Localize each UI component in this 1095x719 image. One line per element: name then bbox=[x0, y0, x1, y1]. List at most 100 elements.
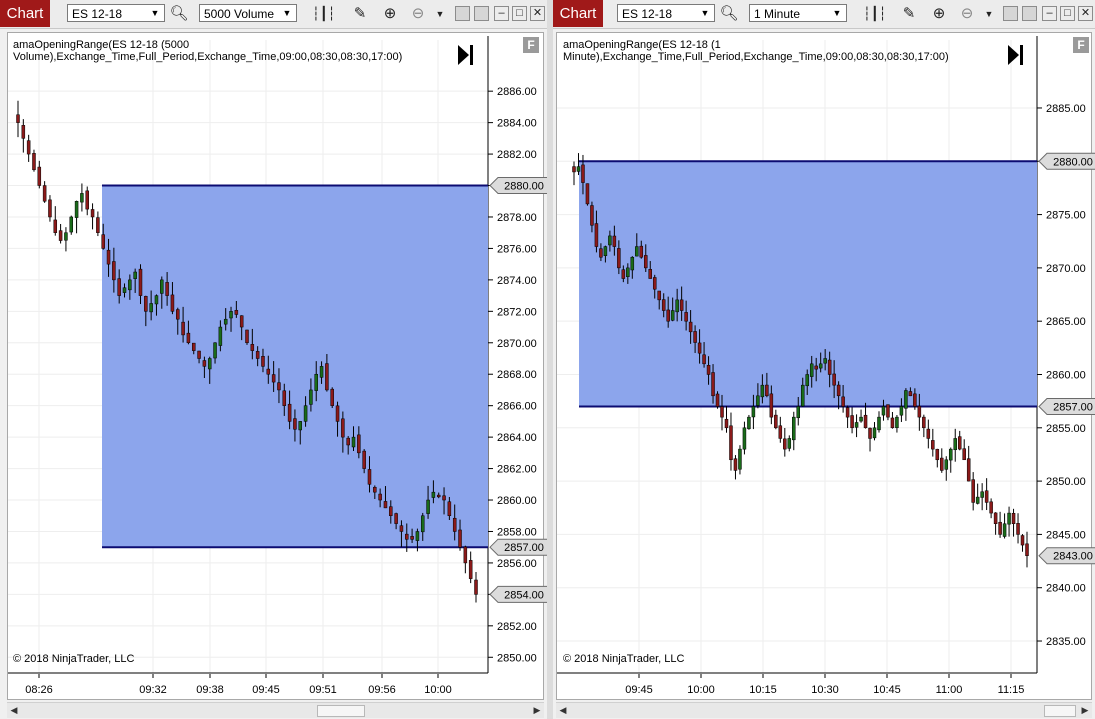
candle-body bbox=[809, 363, 814, 377]
x-axis-label: 09:38 bbox=[196, 684, 224, 696]
candle-body bbox=[899, 406, 904, 416]
candle bbox=[1016, 513, 1020, 544]
candle bbox=[931, 428, 935, 457]
candle-body bbox=[975, 496, 980, 504]
candle-body bbox=[357, 434, 361, 454]
candle bbox=[774, 409, 778, 430]
left-indicator-label: amaOpeningRange(ES 12-18 (5000 Volume),E… bbox=[13, 39, 403, 63]
opening-range-box bbox=[102, 185, 488, 548]
candle-body bbox=[80, 193, 84, 203]
y-axis-label: 2870.00 bbox=[1046, 263, 1086, 275]
candle-body bbox=[635, 246, 639, 257]
right-horizontal-scrollbar[interactable]: ◀ ▶ bbox=[556, 702, 1092, 718]
right-scroll-right-icon[interactable]: ▶ bbox=[1078, 703, 1092, 718]
left-f-button[interactable]: F bbox=[523, 37, 539, 53]
candle-body bbox=[53, 219, 58, 233]
left-price-chart[interactable]: 2886.00 2884.00 2882.00 2880.00 2878.00 2876.… bbox=[0, 0, 547, 719]
candle-body bbox=[74, 201, 79, 218]
candle-body bbox=[818, 363, 823, 369]
right-f-button[interactable]: F bbox=[1073, 37, 1089, 53]
candle-body bbox=[42, 185, 47, 202]
candle bbox=[69, 215, 74, 235]
candle-body bbox=[250, 344, 255, 351]
candle-body bbox=[176, 309, 180, 320]
candle-body bbox=[769, 393, 774, 418]
y-axis-label: 2885.00 bbox=[1046, 103, 1086, 115]
left-horizontal-scrollbar[interactable]: ◀ ▶ bbox=[7, 702, 544, 718]
candle-body bbox=[399, 525, 404, 532]
candle-body bbox=[389, 506, 393, 516]
y-axis-label: 2865.00 bbox=[1046, 316, 1086, 328]
candle-body bbox=[922, 416, 926, 429]
y-axis-label: 2850.00 bbox=[1046, 476, 1086, 488]
candle-body bbox=[661, 299, 666, 311]
candle bbox=[733, 455, 738, 480]
right-indicator-label: amaOpeningRange(ES 12-18 (1 Minute),Exch… bbox=[563, 39, 949, 63]
candle bbox=[724, 405, 729, 433]
right-price-chart[interactable]: 2885.00 2880.00 2875.00 2870.00 2865.00 2860.… bbox=[553, 0, 1095, 719]
candle bbox=[90, 203, 95, 230]
right-scroll-left-icon[interactable]: ◀ bbox=[556, 703, 570, 718]
candle-body bbox=[711, 372, 715, 397]
candle-body bbox=[890, 417, 895, 429]
candle bbox=[468, 551, 473, 584]
candle-body bbox=[590, 205, 594, 226]
y-axis-label: 2868.00 bbox=[497, 369, 537, 381]
candle-body bbox=[926, 428, 931, 439]
candle-body bbox=[229, 311, 233, 319]
right-scroll-to-end-icon[interactable] bbox=[1006, 43, 1026, 67]
candle bbox=[26, 134, 31, 162]
candle-body bbox=[255, 351, 260, 359]
candle-body bbox=[415, 531, 420, 541]
candle-body bbox=[957, 436, 962, 450]
candle bbox=[42, 181, 47, 203]
y-axis-label: 2886.00 bbox=[497, 86, 537, 98]
candle bbox=[1002, 513, 1007, 539]
candle bbox=[850, 407, 854, 434]
left-scroll-thumb[interactable] bbox=[317, 705, 365, 717]
candle-body bbox=[836, 384, 841, 397]
candle-body bbox=[1011, 512, 1016, 524]
candle-body bbox=[1016, 523, 1020, 535]
candle-body bbox=[599, 248, 603, 258]
last-price-marker-text: 2843.00 bbox=[1053, 551, 1093, 563]
range-low-price-marker-text: 2857.00 bbox=[504, 542, 544, 554]
candle-body bbox=[787, 438, 792, 449]
candle-body bbox=[989, 501, 993, 514]
candle bbox=[585, 183, 590, 206]
candle-body bbox=[378, 493, 382, 501]
x-axis-label: 09:45 bbox=[252, 684, 280, 696]
y-axis-label: 2856.00 bbox=[497, 558, 537, 570]
candle-body bbox=[266, 368, 271, 375]
candle bbox=[926, 419, 931, 449]
candle-body bbox=[154, 295, 159, 305]
candle bbox=[868, 427, 872, 452]
candle-body bbox=[117, 278, 121, 296]
left-copyright: © 2018 NinjaTrader, LLC bbox=[13, 653, 135, 665]
candle-body bbox=[128, 279, 132, 291]
candle-body bbox=[666, 309, 670, 322]
x-axis-label: 10:00 bbox=[687, 684, 715, 696]
candle-body bbox=[617, 248, 621, 269]
candle-body bbox=[841, 396, 845, 407]
candle bbox=[463, 545, 468, 574]
candle-body bbox=[765, 384, 769, 397]
candle bbox=[792, 411, 796, 451]
range-high-price-marker-text: 2880.00 bbox=[504, 181, 544, 193]
candle-body bbox=[576, 166, 581, 172]
candle-body bbox=[693, 331, 697, 343]
candle-body bbox=[827, 359, 832, 375]
left-scroll-right-icon[interactable]: ▶ bbox=[530, 703, 544, 718]
candle bbox=[729, 412, 733, 471]
y-axis-label: 2866.00 bbox=[497, 401, 537, 413]
left-scroll-to-end-icon[interactable] bbox=[456, 43, 476, 67]
right-scroll-thumb[interactable] bbox=[1044, 705, 1076, 717]
left-scroll-left-icon[interactable]: ◀ bbox=[7, 703, 21, 718]
candle-body bbox=[724, 418, 729, 429]
candle bbox=[859, 409, 863, 423]
candle bbox=[922, 414, 926, 438]
candle-body bbox=[351, 436, 356, 448]
candle-body bbox=[133, 271, 137, 279]
candle-body bbox=[282, 390, 287, 406]
candle-body bbox=[877, 416, 881, 431]
